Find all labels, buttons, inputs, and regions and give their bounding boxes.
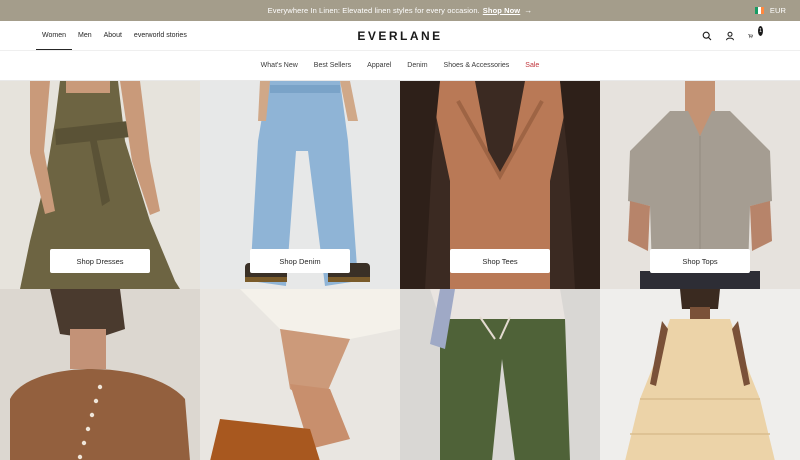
search-icon[interactable]: [702, 31, 712, 41]
shop-denim-button[interactable]: Shop Denim: [250, 249, 350, 273]
ireland-flag-icon: [754, 7, 764, 14]
pants-model-image: [400, 289, 600, 460]
nav-everworld-stories[interactable]: everworld stories: [128, 21, 193, 50]
cart-icon[interactable]: 1: [748, 25, 763, 41]
shop-tees-button[interactable]: Shop Tees: [450, 249, 550, 273]
tees-tile[interactable]: Shop Tees: [400, 81, 600, 289]
account-icon[interactable]: [725, 31, 735, 41]
category-grid: Shop Dresses Shop Denim Shop Tees Shop T…: [0, 81, 800, 460]
announcement-text: Everywhere In Linen: Elevated linen styl…: [267, 6, 480, 15]
cart-count-badge: 1: [758, 25, 763, 36]
category-best-sellers[interactable]: Best Sellers: [314, 62, 351, 69]
shop-tops-button[interactable]: Shop Tops: [650, 249, 750, 273]
shop-now-link[interactable]: Shop Now: [483, 6, 520, 15]
category-sale[interactable]: Sale: [525, 62, 539, 69]
nav-women[interactable]: Women: [36, 21, 72, 50]
shoes-model-image: [200, 289, 400, 460]
nav-men[interactable]: Men: [72, 21, 98, 50]
dresses-tile[interactable]: Shop Dresses: [0, 81, 200, 289]
shoes-tile[interactable]: [200, 289, 400, 460]
currency-selector[interactable]: EUR: [754, 0, 786, 21]
tiered-dress-tile[interactable]: [600, 289, 800, 460]
currency-label: EUR: [769, 6, 786, 15]
shop-dresses-button[interactable]: Shop Dresses: [50, 249, 150, 273]
category-denim[interactable]: Denim: [407, 62, 427, 69]
announcement-bar: Everywhere In Linen: Elevated linen styl…: [0, 0, 800, 21]
category-shoes-accessories[interactable]: Shoes & Accessories: [444, 62, 510, 69]
brand-logo[interactable]: EVERLANE: [357, 29, 442, 43]
pants-tile[interactable]: [400, 289, 600, 460]
knit-model-image: [0, 289, 200, 460]
category-apparel[interactable]: Apparel: [367, 62, 391, 69]
gender-nav: Women Men About everworld stories: [36, 21, 193, 50]
category-nav: What's New Best Sellers Apparel Denim Sh…: [0, 51, 800, 81]
nav-about[interactable]: About: [98, 21, 128, 50]
category-whats-new[interactable]: What's New: [261, 62, 298, 69]
tops-tile[interactable]: Shop Tops: [600, 81, 800, 289]
knit-tile[interactable]: [0, 289, 200, 460]
denim-tile[interactable]: Shop Denim: [200, 81, 400, 289]
arrow-right-icon[interactable]: →: [524, 6, 532, 15]
main-header: Women Men About everworld stories EVERLA…: [0, 21, 800, 51]
tiered-dress-model-image: [600, 289, 800, 460]
